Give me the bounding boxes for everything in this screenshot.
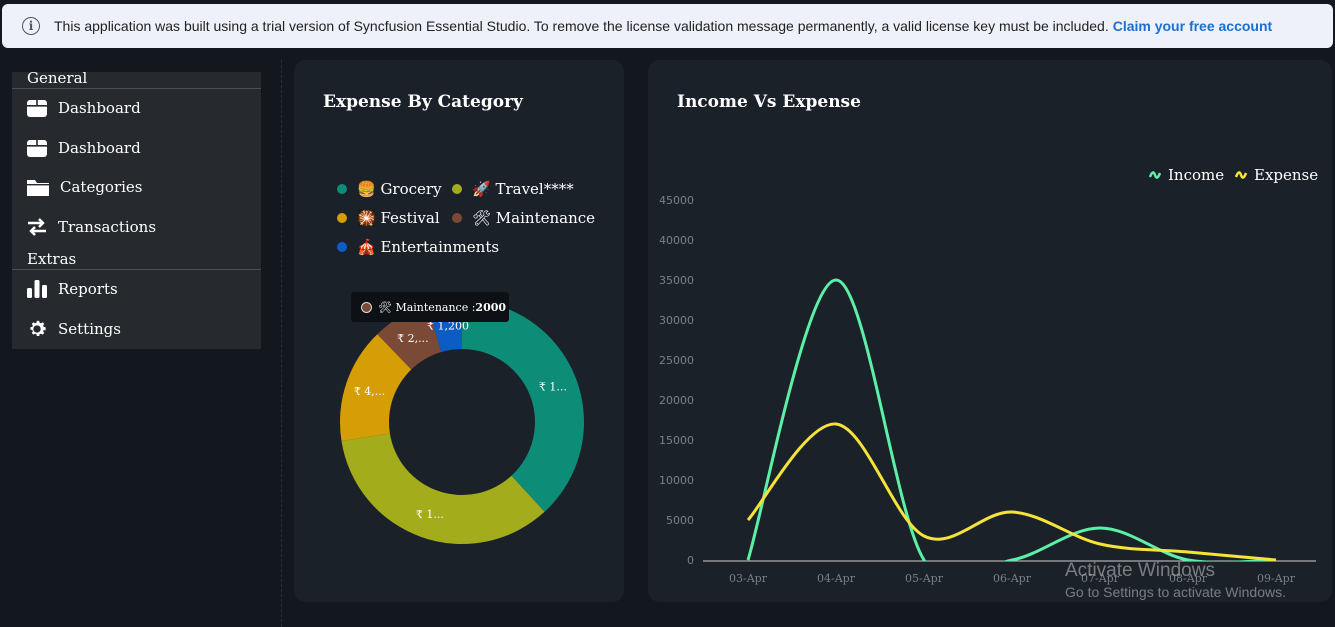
bar-chart-icon	[27, 280, 47, 298]
legend-marker	[337, 213, 347, 223]
gear-icon	[30, 320, 46, 337]
tooltip-marker	[361, 301, 372, 313]
sidebar-item-dashboard-2[interactable]: Dashboard	[26, 133, 141, 163]
arrows-icon	[28, 218, 46, 236]
section-divider	[12, 88, 261, 89]
tooltip-label: 🛠 Maintenance :	[378, 300, 476, 314]
legend-label: 🎪 Entertainments	[357, 238, 500, 256]
sidebar-item-categories[interactable]: Categories	[26, 172, 143, 202]
sidebar-item-label: Settings	[58, 320, 121, 338]
legend-item-entertainments[interactable]: 🎪 Entertainments	[337, 238, 499, 256]
section-title-general: General	[27, 69, 88, 87]
box-icon	[27, 140, 47, 157]
legend-label: 🛠 Maintenance	[472, 209, 596, 227]
sidebar-item-label: Transactions	[58, 218, 157, 236]
legend-label: 🍔 Grocery	[357, 180, 442, 198]
sidebar-item-label: Categories	[60, 178, 143, 196]
sidebar-item-label: Dashboard	[58, 139, 141, 157]
legend-label: 🚀 Travel****	[472, 180, 574, 198]
tooltip-value: 2000	[475, 300, 507, 314]
legend-marker	[452, 213, 462, 223]
content-divider	[281, 60, 282, 627]
card-title: Income Vs Expense	[677, 92, 861, 112]
sidebar-item-reports[interactable]: Reports	[26, 274, 118, 304]
license-banner: i This application was built using a tri…	[2, 4, 1333, 48]
legend-item-maintenance[interactable]: 🛠 Maintenance	[452, 209, 595, 227]
box-icon	[27, 100, 47, 117]
sidebar: General Dashboard Dashboard Categories T…	[12, 69, 261, 349]
legend-item-grocery[interactable]: 🍔 Grocery	[337, 180, 442, 198]
legend-marker	[452, 184, 462, 194]
banner-message: This application was built using a trial…	[54, 18, 1109, 34]
legend-label: 🎇 Festival	[357, 209, 440, 227]
legend-marker	[337, 242, 347, 252]
info-icon: i	[22, 17, 40, 35]
chart-tooltip: 🛠 Maintenance : 2000	[351, 292, 509, 322]
sidebar-item-settings[interactable]: Settings	[26, 314, 121, 344]
activate-windows-title: Activate Windows	[1065, 560, 1215, 581]
claim-account-link[interactable]: Claim your free account	[1113, 18, 1273, 34]
legend-item-festival[interactable]: 🎇 Festival	[337, 209, 440, 227]
income-vs-expense-card: Income Vs Expense	[648, 60, 1332, 602]
expense-by-category-card: Expense By Category	[294, 60, 624, 602]
legend-item-travel[interactable]: 🚀 Travel****	[452, 180, 574, 198]
sidebar-item-label: Dashboard	[58, 99, 141, 117]
card-title: Expense By Category	[323, 92, 523, 112]
section-divider	[12, 269, 261, 270]
sidebar-item-transactions[interactable]: Transactions	[26, 212, 156, 242]
sidebar-item-dashboard[interactable]: Dashboard	[26, 93, 141, 123]
section-title-extras: Extras	[27, 250, 77, 268]
legend-marker	[337, 184, 347, 194]
sidebar-item-label: Reports	[58, 280, 118, 298]
activate-windows-subtitle: Go to Settings to activate Windows.	[1065, 584, 1286, 600]
folder-icon	[27, 180, 49, 196]
